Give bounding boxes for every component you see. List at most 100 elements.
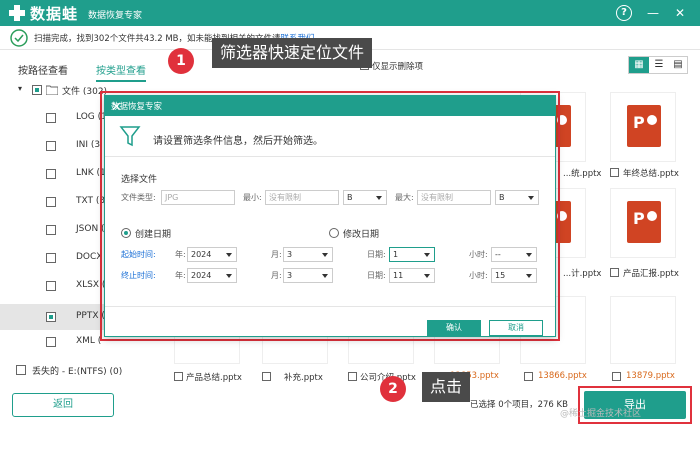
max-size-input[interactable]: 没有限制	[417, 190, 491, 205]
tree-checkbox[interactable]	[46, 197, 56, 207]
min-size-label: 最小:	[243, 193, 262, 202]
tree-checkbox[interactable]	[46, 312, 56, 322]
detail-view-icon[interactable]: ▤	[668, 57, 688, 73]
folder-icon	[46, 85, 58, 95]
tree-checkbox[interactable]	[46, 225, 56, 235]
file-tile[interactable]	[610, 188, 676, 258]
file-checkbox[interactable]	[348, 372, 357, 381]
hour-label: 小时:	[469, 250, 488, 259]
day-label: 日期:	[367, 250, 386, 259]
pptx-file-icon	[627, 201, 661, 243]
file-name: 13879.pptx	[626, 371, 675, 381]
step-number: 2	[380, 376, 406, 402]
tree-checkbox[interactable]	[16, 365, 26, 375]
back-button[interactable]: 返回	[12, 393, 114, 417]
file-checkbox[interactable]	[262, 372, 271, 381]
title-bar: 数据蛙 数据恢复专家 ? — ✕	[0, 0, 700, 26]
max-size-label: 最大:	[395, 193, 414, 202]
tree-checkbox[interactable]	[32, 85, 42, 95]
end-day-select[interactable]: 11	[389, 268, 435, 283]
grid-view-icon[interactable]: ▦	[629, 57, 649, 73]
file-name: 产品汇报.pptx	[623, 269, 679, 279]
file-checkbox[interactable]	[174, 372, 183, 381]
tree-checkbox[interactable]	[46, 253, 56, 263]
section-title: 选择文件	[121, 175, 158, 185]
end-hour-select[interactable]: 15	[491, 268, 537, 283]
year-label: 年:	[175, 271, 186, 280]
filter-icon	[119, 126, 141, 147]
confirm-button[interactable]: 确认	[427, 320, 481, 336]
min-size-input[interactable]: 没有限制	[265, 190, 339, 205]
tree-checkbox[interactable]	[46, 113, 56, 123]
close-button[interactable]: ✕	[672, 5, 688, 21]
day-label: 日期:	[367, 271, 386, 280]
file-checkbox[interactable]	[610, 168, 619, 177]
app-subtitle: 数据恢复专家	[88, 11, 143, 21]
end-time-label: 终止时间:	[121, 271, 156, 280]
month-label: 月:	[271, 250, 282, 259]
hour-label: 小时:	[469, 271, 488, 280]
minimize-button[interactable]: —	[645, 5, 661, 21]
watermark: @稀土掘金技术社区	[560, 409, 642, 419]
file-checkbox[interactable]	[612, 372, 621, 381]
collapse-icon[interactable]: ▾	[18, 84, 22, 93]
start-month-select[interactable]: 3	[283, 247, 333, 262]
tree-checkbox[interactable]	[46, 141, 56, 151]
tab-by-type[interactable]: 按类型查看	[96, 62, 146, 82]
tree-item-lost[interactable]: 丢失的 - E:(NTFS) (0)	[0, 360, 170, 380]
start-time-label: 起始时间:	[121, 250, 156, 259]
view-tabs: 按路径查看 按类型查看	[0, 58, 170, 82]
tree-checkbox[interactable]	[46, 337, 56, 347]
step-number: 1	[168, 48, 194, 74]
callout-text: 筛选器快速定位文件	[212, 38, 373, 68]
logo-icon	[9, 5, 25, 21]
filter-dialog: 数据恢复专家 ✕ 请设置筛选条件信息，然后开始筛选。 选择文件 文件类型: JP…	[104, 95, 556, 337]
dialog-hint: 请设置筛选条件信息，然后开始筛选。	[153, 136, 323, 147]
modify-date-radio[interactable]	[329, 228, 339, 238]
list-view-icon[interactable]: ☰	[649, 57, 669, 73]
file-checkbox[interactable]	[524, 372, 533, 381]
end-year-select[interactable]: 2024	[187, 268, 237, 283]
tab-by-path[interactable]: 按路径查看	[18, 62, 68, 77]
file-type-label: 文件类型:	[121, 193, 156, 202]
file-name: ...计.pptx	[563, 269, 602, 279]
selection-status: 已选择 0个项目，276 KB	[470, 400, 568, 410]
dialog-close-icon[interactable]: ✕	[111, 100, 549, 115]
divider	[105, 156, 555, 157]
month-label: 月:	[271, 271, 282, 280]
view-mode-switch: ▦ ☰ ▤	[628, 56, 688, 74]
file-name: 产品总结.pptx	[186, 373, 242, 383]
tree-item-label: XML (	[76, 336, 102, 346]
start-day-select[interactable]: 1	[389, 247, 435, 262]
pptx-file-icon	[627, 105, 661, 147]
cancel-button[interactable]: 取消	[489, 320, 543, 336]
app-brand: 数据蛙	[30, 5, 79, 23]
dialog-title-bar: 数据恢复专家 ✕	[105, 96, 555, 116]
min-size-unit-select[interactable]: B	[343, 190, 387, 205]
start-hour-select[interactable]: --	[491, 247, 537, 262]
check-circle-icon	[10, 29, 28, 47]
start-year-select[interactable]: 2024	[187, 247, 237, 262]
file-checkbox[interactable]	[610, 268, 619, 277]
tree-checkbox[interactable]	[46, 281, 56, 291]
modify-date-label: 修改日期	[343, 230, 380, 240]
tree-item-label: 丢失的 - E:(NTFS) (0)	[32, 367, 123, 377]
create-date-label: 创建日期	[135, 230, 172, 240]
file-name: ...统.pptx	[563, 169, 602, 179]
end-month-select[interactable]: 3	[283, 268, 333, 283]
tree-item-label: INI (3	[76, 140, 101, 150]
callout-filter: 1 筛选器快速定位文件	[168, 38, 418, 78]
file-tile[interactable]	[610, 92, 676, 162]
tree-checkbox[interactable]	[46, 169, 56, 179]
create-date-radio[interactable]	[121, 228, 131, 238]
callout-text: 点击【导出】	[422, 372, 470, 456]
help-button[interactable]: ?	[616, 5, 632, 21]
file-tile[interactable]	[610, 296, 676, 364]
file-type-input[interactable]: JPG	[161, 190, 235, 205]
file-name: 补充.pptx	[284, 373, 323, 383]
file-name: 13866.pptx	[538, 371, 587, 381]
file-name: 年终总结.pptx	[623, 169, 679, 179]
tree-item-label: DOCX	[76, 252, 103, 262]
max-size-unit-select[interactable]: B	[495, 190, 539, 205]
year-label: 年:	[175, 250, 186, 259]
